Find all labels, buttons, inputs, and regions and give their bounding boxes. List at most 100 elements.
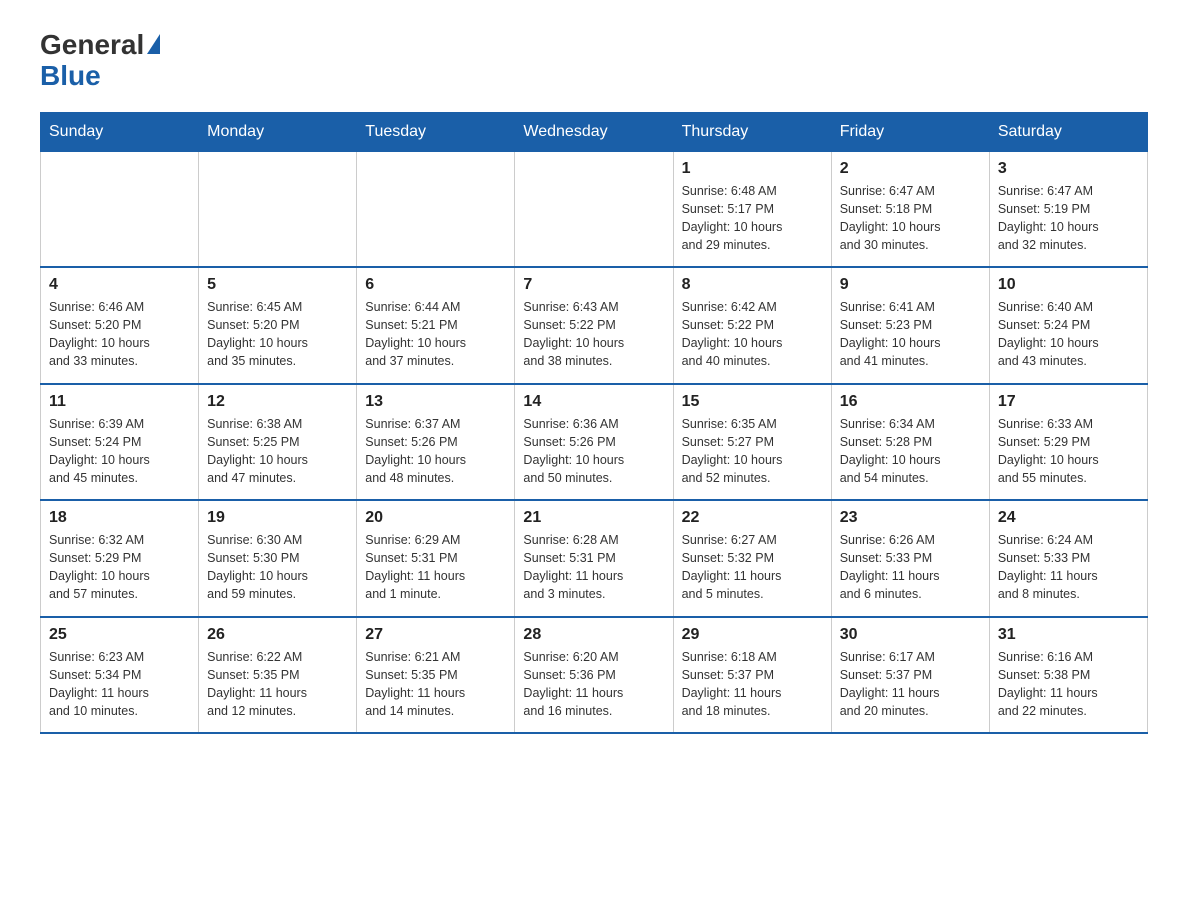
day-number: 23 — [840, 509, 981, 527]
calendar-cell — [357, 151, 515, 267]
calendar-cell: 23 Sunrise: 6:26 AMSunset: 5:33 PMDayligh… — [831, 500, 989, 617]
calendar-week-row: 25 Sunrise: 6:23 AMSunset: 5:34 PMDayligh… — [41, 617, 1148, 734]
calendar-cell: 3Sunrise: 6:47 AMSunset: 5:19 PMDaylight… — [989, 151, 1147, 267]
calendar-cell: 18 Sunrise: 6:32 AMSunset: 5:29 PMDayligh… — [41, 500, 199, 617]
calendar-cell: 7Sunrise: 6:43 AMSunset: 5:22 PMDaylight… — [515, 267, 673, 384]
day-info: Sunrise: 6:46 AMSunset: 5:20 PMDaylight:… — [49, 298, 190, 371]
day-number: 22 — [682, 509, 823, 527]
day-info: Sunrise: 6:27 AMSunset: 5:32 PMDaylight:… — [682, 531, 823, 604]
calendar-cell: 13 Sunrise: 6:37 AMSunset: 5:26 PMDayligh… — [357, 384, 515, 501]
calendar-week-row: 4 Sunrise: 6:46 AMSunset: 5:20 PMDaylight… — [41, 267, 1148, 384]
calendar-cell: 10 Sunrise: 6:40 AMSunset: 5:24 PMDayligh… — [989, 267, 1147, 384]
day-number: 19 — [207, 509, 348, 527]
day-info: Sunrise: 6:45 AMSunset: 5:20 PMDaylight:… — [207, 298, 348, 371]
calendar-week-row: 1 Sunrise: 6:48 AMSunset: 5:17 PMDaylight… — [41, 151, 1148, 267]
day-info: Sunrise: 6:37 AMSunset: 5:26 PMDaylight:… — [365, 415, 506, 488]
calendar-cell: 17 Sunrise: 6:33 AMSunset: 5:29 PMDayligh… — [989, 384, 1147, 501]
calendar-cell: 6Sunrise: 6:44 AMSunset: 5:21 PMDaylight… — [357, 267, 515, 384]
day-number: 9 — [840, 276, 981, 294]
day-info: Sunrise: 6:20 AMSunset: 5:36 PMDaylight:… — [523, 648, 664, 721]
day-number: 28 — [523, 626, 664, 644]
day-info: Sunrise: 6:18 AMSunset: 5:37 PMDaylight:… — [682, 648, 823, 721]
weekday-header-thursday: Thursday — [673, 112, 831, 151]
calendar-cell: 12 Sunrise: 6:38 AMSunset: 5:25 PMDayligh… — [199, 384, 357, 501]
day-number: 25 — [49, 626, 190, 644]
day-number: 10 — [998, 276, 1139, 294]
calendar-cell — [199, 151, 357, 267]
calendar-cell: 20Sunrise: 6:29 AMSunset: 5:31 PMDayligh… — [357, 500, 515, 617]
logo: General Blue — [40, 30, 160, 92]
day-info: Sunrise: 6:38 AMSunset: 5:25 PMDaylight:… — [207, 415, 348, 488]
day-info: Sunrise: 6:34 AMSunset: 5:28 PMDaylight:… — [840, 415, 981, 488]
day-number: 1 — [682, 160, 823, 178]
calendar-week-row: 18 Sunrise: 6:32 AMSunset: 5:29 PMDayligh… — [41, 500, 1148, 617]
calendar-cell: 5 Sunrise: 6:45 AMSunset: 5:20 PMDaylight… — [199, 267, 357, 384]
day-info: Sunrise: 6:42 AMSunset: 5:22 PMDaylight:… — [682, 298, 823, 371]
day-number: 5 — [207, 276, 348, 294]
day-number: 29 — [682, 626, 823, 644]
day-number: 7 — [523, 276, 664, 294]
day-number: 14 — [523, 393, 664, 411]
day-info: Sunrise: 6:17 AMSunset: 5:37 PMDaylight:… — [840, 648, 981, 721]
day-number: 3 — [998, 160, 1139, 178]
weekday-header-saturday: Saturday — [989, 112, 1147, 151]
day-number: 18 — [49, 509, 190, 527]
day-number: 12 — [207, 393, 348, 411]
calendar-cell: 1 Sunrise: 6:48 AMSunset: 5:17 PMDaylight… — [673, 151, 831, 267]
day-number: 21 — [523, 509, 664, 527]
calendar-cell: 22 Sunrise: 6:27 AMSunset: 5:32 PMDayligh… — [673, 500, 831, 617]
day-number: 30 — [840, 626, 981, 644]
day-number: 16 — [840, 393, 981, 411]
day-number: 17 — [998, 393, 1139, 411]
calendar-cell: 8 Sunrise: 6:42 AMSunset: 5:22 PMDaylight… — [673, 267, 831, 384]
day-info: Sunrise: 6:32 AMSunset: 5:29 PMDaylight:… — [49, 531, 190, 604]
day-info: Sunrise: 6:22 AMSunset: 5:35 PMDaylight:… — [207, 648, 348, 721]
day-number: 15 — [682, 393, 823, 411]
day-info: Sunrise: 6:16 AMSunset: 5:38 PMDaylight:… — [998, 648, 1139, 721]
calendar-cell: 9 Sunrise: 6:41 AMSunset: 5:23 PMDaylight… — [831, 267, 989, 384]
calendar-table: SundayMondayTuesdayWednesdayThursdayFrid… — [40, 112, 1148, 735]
day-info: Sunrise: 6:41 AMSunset: 5:23 PMDaylight:… — [840, 298, 981, 371]
calendar-week-row: 11Sunrise: 6:39 AMSunset: 5:24 PMDayligh… — [41, 384, 1148, 501]
weekday-header-wednesday: Wednesday — [515, 112, 673, 151]
day-info: Sunrise: 6:35 AMSunset: 5:27 PMDaylight:… — [682, 415, 823, 488]
calendar-cell: 19 Sunrise: 6:30 AMSunset: 5:30 PMDayligh… — [199, 500, 357, 617]
calendar-cell: 26 Sunrise: 6:22 AMSunset: 5:35 PMDayligh… — [199, 617, 357, 734]
day-number: 24 — [998, 509, 1139, 527]
day-number: 8 — [682, 276, 823, 294]
day-number: 4 — [49, 276, 190, 294]
day-info: Sunrise: 6:36 AMSunset: 5:26 PMDaylight:… — [523, 415, 664, 488]
calendar-cell: 25 Sunrise: 6:23 AMSunset: 5:34 PMDayligh… — [41, 617, 199, 734]
day-info: Sunrise: 6:39 AMSunset: 5:24 PMDaylight:… — [49, 415, 190, 488]
weekday-header-monday: Monday — [199, 112, 357, 151]
day-info: Sunrise: 6:26 AMSunset: 5:33 PMDaylight:… — [840, 531, 981, 604]
calendar-cell: 16 Sunrise: 6:34 AMSunset: 5:28 PMDayligh… — [831, 384, 989, 501]
calendar-cell: 29 Sunrise: 6:18 AMSunset: 5:37 PMDayligh… — [673, 617, 831, 734]
day-info: Sunrise: 6:44 AMSunset: 5:21 PMDaylight:… — [365, 298, 506, 371]
day-number: 13 — [365, 393, 506, 411]
calendar-cell — [515, 151, 673, 267]
day-info: Sunrise: 6:30 AMSunset: 5:30 PMDaylight:… — [207, 531, 348, 604]
weekday-header-tuesday: Tuesday — [357, 112, 515, 151]
day-info: Sunrise: 6:28 AMSunset: 5:31 PMDaylight:… — [523, 531, 664, 604]
day-info: Sunrise: 6:23 AMSunset: 5:34 PMDaylight:… — [49, 648, 190, 721]
calendar-cell: 2 Sunrise: 6:47 AMSunset: 5:18 PMDaylight… — [831, 151, 989, 267]
day-number: 2 — [840, 160, 981, 178]
day-info: Sunrise: 6:48 AMSunset: 5:17 PMDaylight:… — [682, 182, 823, 255]
calendar-body: 1 Sunrise: 6:48 AMSunset: 5:17 PMDaylight… — [41, 151, 1148, 733]
logo-blue-text: Blue — [40, 61, 160, 92]
calendar-cell: 24Sunrise: 6:24 AMSunset: 5:33 PMDayligh… — [989, 500, 1147, 617]
day-number: 26 — [207, 626, 348, 644]
logo-general-text: General — [40, 30, 144, 61]
calendar-cell — [41, 151, 199, 267]
calendar-cell: 30 Sunrise: 6:17 AMSunset: 5:37 PMDayligh… — [831, 617, 989, 734]
calendar-cell: 14 Sunrise: 6:36 AMSunset: 5:26 PMDayligh… — [515, 384, 673, 501]
day-info: Sunrise: 6:47 AMSunset: 5:18 PMDaylight:… — [840, 182, 981, 255]
day-info: Sunrise: 6:40 AMSunset: 5:24 PMDaylight:… — [998, 298, 1139, 371]
day-info: Sunrise: 6:29 AMSunset: 5:31 PMDaylight:… — [365, 531, 506, 604]
calendar-cell: 11Sunrise: 6:39 AMSunset: 5:24 PMDayligh… — [41, 384, 199, 501]
logo-triangle-icon — [147, 34, 160, 54]
day-info: Sunrise: 6:33 AMSunset: 5:29 PMDaylight:… — [998, 415, 1139, 488]
calendar-cell: 28 Sunrise: 6:20 AMSunset: 5:36 PMDayligh… — [515, 617, 673, 734]
weekday-header-row: SundayMondayTuesdayWednesdayThursdayFrid… — [41, 112, 1148, 151]
